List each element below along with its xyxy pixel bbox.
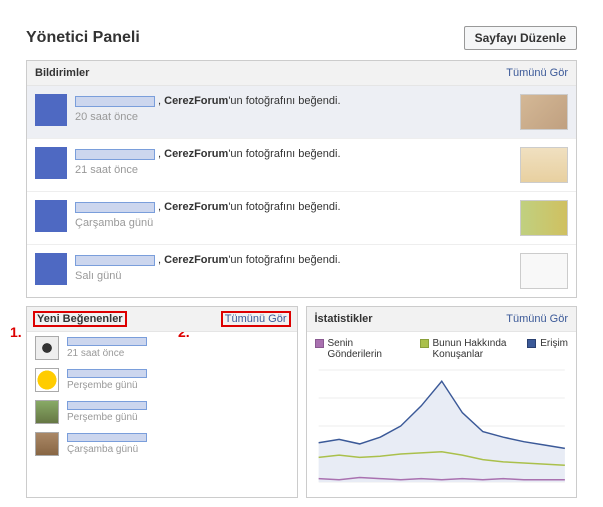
avatar: [35, 400, 59, 424]
stats-title: İstatistikler: [315, 313, 373, 325]
redacted-name: [67, 369, 147, 378]
liker-row[interactable]: Çarşamba günü: [27, 428, 297, 460]
photo-thumbnail[interactable]: [520, 147, 568, 183]
legend-reach: Erişim: [540, 338, 568, 349]
stats-see-all-link[interactable]: Tümünü Gör: [506, 313, 568, 325]
avatar: [35, 200, 67, 232]
edit-page-button[interactable]: Sayfayı Düzenle: [464, 26, 577, 50]
legend-talking: Bunun Hakkında Konuşanlar: [433, 338, 513, 360]
page-name: CerezForum: [164, 254, 228, 266]
notification-time: 21 saat önce: [75, 164, 512, 176]
notification-time: 20 saat önce: [75, 111, 512, 123]
notification-text: , CerezForum'un fotoğrafını beğendi.: [75, 94, 512, 109]
liker-time: Perşembe günü: [67, 412, 289, 423]
notification-row[interactable]: , CerezForum'un fotoğrafını beğendi. Salı…: [27, 245, 576, 297]
notification-row[interactable]: , CerezForum'un fotoğrafını beğendi. Çarş…: [27, 192, 576, 245]
avatar: [35, 336, 59, 360]
liker-time: Perşembe günü: [67, 380, 289, 391]
notification-text: , CerezForum'un fotoğrafını beğendi.: [75, 147, 512, 162]
redacted-name: [75, 255, 155, 266]
annotation-1: 1.: [10, 324, 22, 340]
redacted-name: [75, 96, 155, 107]
avatar: [35, 368, 59, 392]
page-name: CerezForum: [164, 95, 228, 107]
photo-thumbnail[interactable]: [520, 94, 568, 130]
page-name: CerezForum: [164, 201, 228, 213]
redacted-name: [67, 401, 147, 410]
liker-time: 21 saat önce: [67, 348, 289, 359]
notification-text: , CerezForum'un fotoğrafını beğendi.: [75, 200, 512, 215]
liker-time: Çarşamba günü: [67, 444, 289, 455]
photo-thumbnail[interactable]: [520, 200, 568, 236]
notifications-panel: Bildirimler Tümünü Gör , CerezForum'un f…: [26, 60, 577, 298]
new-likers-title: Yeni Beğenenler: [33, 311, 127, 327]
liker-row[interactable]: Perşembe günü: [27, 396, 297, 428]
swatch-reach: [527, 339, 536, 348]
redacted-name: [75, 202, 155, 213]
swatch-posts: [315, 339, 324, 348]
photo-thumbnail[interactable]: [520, 253, 568, 289]
new-likers-see-all-link[interactable]: Tümünü Gör: [221, 311, 291, 327]
avatar: [35, 147, 67, 179]
notification-row[interactable]: , CerezForum'un fotoğrafını beğendi. 20 s…: [27, 86, 576, 139]
redacted-name: [67, 433, 147, 442]
redacted-name: [75, 149, 155, 160]
stats-legend: Senin Gönderilerin Bunun Hakkında Konuşa…: [315, 338, 569, 360]
notification-row[interactable]: , CerezForum'un fotoğrafını beğendi. 21 s…: [27, 139, 576, 192]
page-title: Yönetici Paneli: [26, 29, 140, 47]
avatar: [35, 253, 67, 285]
notification-text: , CerezForum'un fotoğrafını beğendi.: [75, 253, 512, 268]
avatar: [35, 94, 67, 126]
avatar: [35, 432, 59, 456]
legend-posts: Senin Gönderilerin: [328, 338, 408, 360]
swatch-talking: [420, 339, 429, 348]
liker-row[interactable]: Perşembe günü: [27, 364, 297, 396]
liker-row[interactable]: 21 saat önce: [27, 332, 297, 364]
notification-time: Salı günü: [75, 270, 512, 282]
new-likers-panel: Yeni Beğenenler Tümünü Gör 21 saat önce P…: [26, 306, 298, 498]
stats-panel: İstatistikler Tümünü Gör Senin Gönderile…: [306, 306, 578, 498]
notification-time: Çarşamba günü: [75, 217, 512, 229]
notifications-see-all-link[interactable]: Tümünü Gör: [506, 67, 568, 79]
page-name: CerezForum: [164, 148, 228, 160]
notifications-title: Bildirimler: [35, 67, 89, 79]
stats-chart: [315, 366, 569, 486]
redacted-name: [67, 337, 147, 346]
